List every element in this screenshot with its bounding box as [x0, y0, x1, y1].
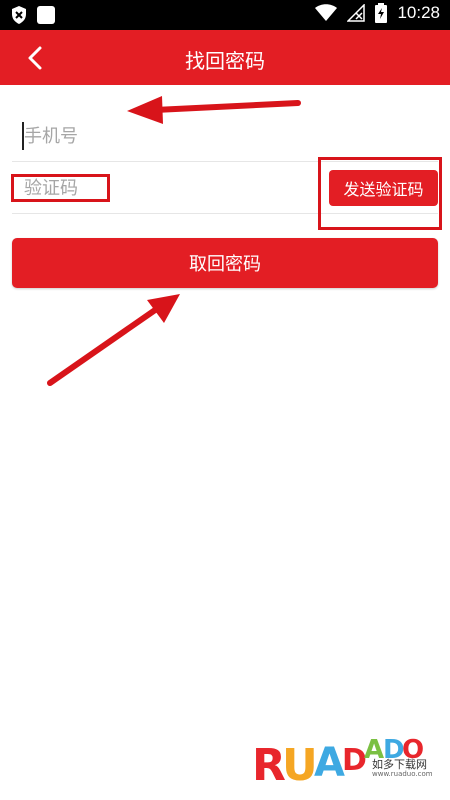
watermark-url: www.ruaduo.com [372, 770, 433, 778]
annotation-arrows [47, 96, 301, 386]
annotation-arrow-submit [47, 294, 180, 386]
svg-text:R: R [252, 740, 286, 791]
annotation-arrow-phone [127, 96, 301, 124]
svg-text:U: U [282, 740, 318, 791]
svg-text:A: A [314, 740, 345, 786]
